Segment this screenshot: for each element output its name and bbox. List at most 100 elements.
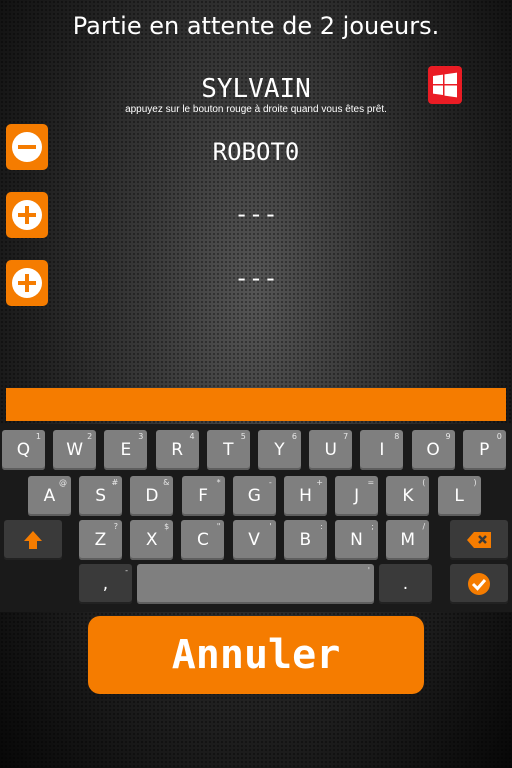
key-label: O — [426, 440, 440, 460]
key-label: G — [247, 486, 261, 506]
key-e[interactable]: E3 — [104, 430, 148, 470]
key-label: F — [198, 486, 208, 506]
key-label: Z — [94, 530, 107, 550]
key-l[interactable]: L) — [437, 476, 481, 516]
key-label: R — [171, 440, 183, 460]
key-alt-label: 1 — [35, 432, 41, 441]
key-label: . — [402, 574, 409, 594]
key-u[interactable]: U7 — [309, 430, 353, 470]
key-d[interactable]: D & — [130, 476, 174, 516]
key-label: D — [145, 486, 159, 506]
key-g[interactable]: G- — [232, 476, 276, 516]
key-alt-label: 8 — [394, 432, 400, 441]
key-label: Y — [274, 440, 285, 460]
ready-button[interactable] — [428, 66, 462, 104]
key-alt-label: ( — [422, 478, 426, 487]
key-alt-label: 7 — [343, 432, 349, 441]
key-label: W — [66, 440, 84, 460]
key-w[interactable]: W2 — [53, 430, 97, 470]
ready-hint: appuyez sur le bouton rouge à droite qua… — [125, 104, 387, 115]
key-label: L — [454, 486, 464, 506]
key-x[interactable]: X $ — [130, 520, 174, 560]
key-label: J — [354, 486, 360, 506]
key-alt-label: $ — [164, 522, 170, 531]
key-label: I — [379, 440, 385, 460]
key-alt-label: 2 — [87, 432, 93, 441]
key-alt-label: 4 — [189, 432, 195, 441]
key-alt-label: - — [125, 566, 128, 575]
key-label: M — [400, 530, 416, 550]
key-alt-label: ' — [367, 566, 370, 575]
key-label: N — [350, 530, 363, 550]
key-label: B — [299, 530, 312, 550]
key-alt-label: ' — [269, 522, 272, 531]
key-label: T — [223, 440, 234, 460]
key-alt-label: " — [216, 522, 221, 531]
key-label: U — [324, 440, 337, 460]
key-alt-label: + — [316, 478, 323, 487]
key-i[interactable]: I8 — [360, 430, 404, 470]
key-f[interactable]: F * — [181, 476, 225, 516]
name-input-bar[interactable] — [6, 388, 506, 421]
key-label: , — [102, 574, 109, 594]
backspace-key[interactable] — [450, 520, 508, 560]
backspace-icon — [467, 532, 491, 548]
slot-name-3: --- — [234, 264, 278, 292]
key-alt-label: * — [216, 478, 221, 487]
space-key[interactable]: ' — [137, 564, 374, 604]
slot-name-2: --- — [234, 200, 278, 228]
key-alt-label: & — [163, 478, 170, 487]
keyboard: Q 1 W 2 E 3 R 4 T 5 Y 6 U 7 I 8 O 9 P 0 A @ S # D & F * G - H + J = K(L) Z?… — [0, 424, 512, 612]
windows-icon — [433, 72, 457, 98]
key-alt-label: 3 — [138, 432, 144, 441]
key-n[interactable]: N; — [335, 520, 378, 560]
key-alt-label: : — [320, 522, 323, 531]
key-j[interactable]: J = — [335, 476, 379, 516]
key-alt-label: ) — [473, 478, 477, 487]
key-alt-label: / — [422, 522, 426, 531]
key-label: C — [196, 530, 209, 550]
key-label: Q — [16, 440, 31, 460]
key-label: X — [145, 530, 158, 550]
key-v[interactable]: V ' — [232, 520, 276, 560]
shift-key[interactable] — [4, 520, 62, 560]
enter-key[interactable] — [450, 564, 508, 604]
page-title: Partie en attente de 2 joueurs. — [72, 12, 440, 40]
key-b[interactable]: B: — [283, 520, 327, 560]
key-k[interactable]: K( — [386, 476, 430, 516]
key-alt-label: 6 — [291, 432, 297, 441]
key-alt-label: 5 — [240, 432, 246, 441]
key-label: E — [120, 440, 132, 460]
key-m[interactable]: M / — [386, 520, 430, 560]
key-label: A — [43, 486, 56, 506]
cancel-button[interactable]: Annuler — [88, 616, 424, 694]
key-r[interactable]: R4 — [155, 430, 199, 470]
check-circle-icon — [468, 573, 490, 595]
key-alt-label: @ — [59, 478, 67, 487]
key-alt-label: - — [268, 478, 272, 487]
key-label: S — [95, 486, 107, 506]
key-alt-label: # — [111, 478, 119, 487]
key-alt-label: ? — [113, 522, 118, 531]
key-alt-label: = — [367, 478, 375, 487]
key-q[interactable]: Q1 — [2, 430, 45, 470]
key-h[interactable]: H + — [284, 476, 327, 516]
key-o[interactable]: O9 — [411, 430, 455, 470]
key-c[interactable]: C " — [181, 520, 225, 560]
key-t[interactable]: T5 — [206, 430, 250, 470]
key-s[interactable]: S # — [79, 476, 123, 516]
key-label: V — [248, 530, 260, 550]
key-label: K — [402, 486, 414, 506]
key-z[interactable]: Z? — [79, 520, 122, 560]
key-label: P — [479, 440, 490, 460]
key-a[interactable]: A @ — [28, 476, 71, 516]
key-p[interactable]: P0 — [462, 430, 506, 470]
key-alt-label: ; — [371, 522, 374, 531]
comma-key[interactable]: ,- — [79, 564, 132, 604]
key-alt-label: 9 — [445, 432, 451, 441]
shift-arrow-icon — [24, 531, 42, 549]
key-label: H — [299, 486, 312, 506]
period-key[interactable]: . — [379, 564, 432, 604]
key-y[interactable]: Y6 — [258, 430, 301, 470]
key-alt-label: 0 — [496, 432, 502, 441]
